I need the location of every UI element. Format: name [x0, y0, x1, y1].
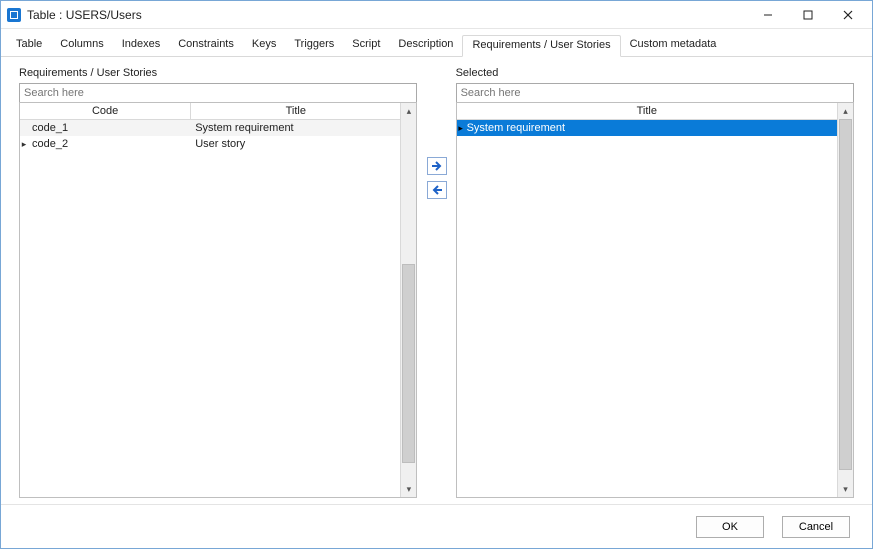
tab-keys[interactable]: Keys [243, 35, 285, 56]
tab-req[interactable]: Requirements / User Stories [462, 35, 620, 57]
tab-columns[interactable]: Columns [51, 35, 112, 56]
cell-title: System requirement [191, 122, 400, 134]
remove-button[interactable] [427, 181, 447, 199]
add-button[interactable] [427, 157, 447, 175]
available-search-input[interactable] [19, 83, 417, 103]
tab-script[interactable]: Script [343, 35, 389, 56]
available-grid: Code Title code_1System requirement▸code… [19, 102, 417, 498]
tab-indexes[interactable]: Indexes [113, 35, 170, 56]
selected-pane: Selected Title ▸System requirement ▴ ▾ [456, 67, 854, 498]
available-pane: Requirements / User Stories Code Title c… [19, 67, 417, 498]
tab-triggers[interactable]: Triggers [285, 35, 343, 56]
table-row[interactable]: ▸code_2User story [20, 136, 400, 152]
cell-code: code_1 [28, 122, 191, 134]
selected-scrollbar[interactable]: ▴ ▾ [837, 103, 853, 497]
ok-button[interactable]: OK [696, 516, 764, 538]
dialog-footer: OK Cancel [1, 504, 872, 548]
minimize-button[interactable] [748, 2, 788, 28]
tab-table[interactable]: Table [7, 35, 51, 56]
cell-title: User story [191, 138, 400, 150]
close-button[interactable] [828, 2, 868, 28]
scroll-up-icon[interactable]: ▴ [401, 103, 416, 119]
tab-meta[interactable]: Custom metadata [621, 35, 726, 56]
scroll-down-icon[interactable]: ▾ [401, 481, 416, 497]
dialog-window: Table : USERS/Users TableColumnsIndexesC… [0, 0, 873, 549]
selected-column-title[interactable]: Title [457, 103, 837, 120]
available-column-title[interactable]: Title [191, 103, 400, 120]
transfer-buttons [417, 67, 455, 498]
cell-title: System requirement [465, 122, 837, 134]
maximize-button[interactable] [788, 2, 828, 28]
app-icon [7, 8, 21, 22]
available-heading: Requirements / User Stories [19, 67, 417, 79]
available-scrollbar[interactable]: ▴ ▾ [400, 103, 416, 497]
cancel-button[interactable]: Cancel [782, 516, 850, 538]
table-row[interactable]: ▸System requirement [457, 120, 837, 136]
scroll-up-icon[interactable]: ▴ [838, 103, 853, 119]
tabbar: TableColumnsIndexesConstraintsKeysTrigge… [1, 29, 872, 57]
row-marker-icon: ▸ [20, 139, 28, 150]
cell-code: code_2 [28, 138, 191, 150]
tab-description[interactable]: Description [389, 35, 462, 56]
titlebar: Table : USERS/Users [1, 1, 872, 29]
table-row[interactable]: code_1System requirement [20, 120, 400, 136]
selected-grid: Title ▸System requirement ▴ ▾ [456, 102, 854, 498]
selected-heading: Selected [456, 67, 854, 79]
scroll-down-icon[interactable]: ▾ [838, 481, 853, 497]
tab-constraints[interactable]: Constraints [169, 35, 243, 56]
window-title: Table : USERS/Users [27, 8, 142, 22]
selected-search-input[interactable] [456, 83, 854, 103]
dialog-body: Requirements / User Stories Code Title c… [1, 57, 872, 504]
row-marker-icon: ▸ [457, 123, 465, 134]
available-column-code[interactable]: Code [20, 103, 191, 120]
